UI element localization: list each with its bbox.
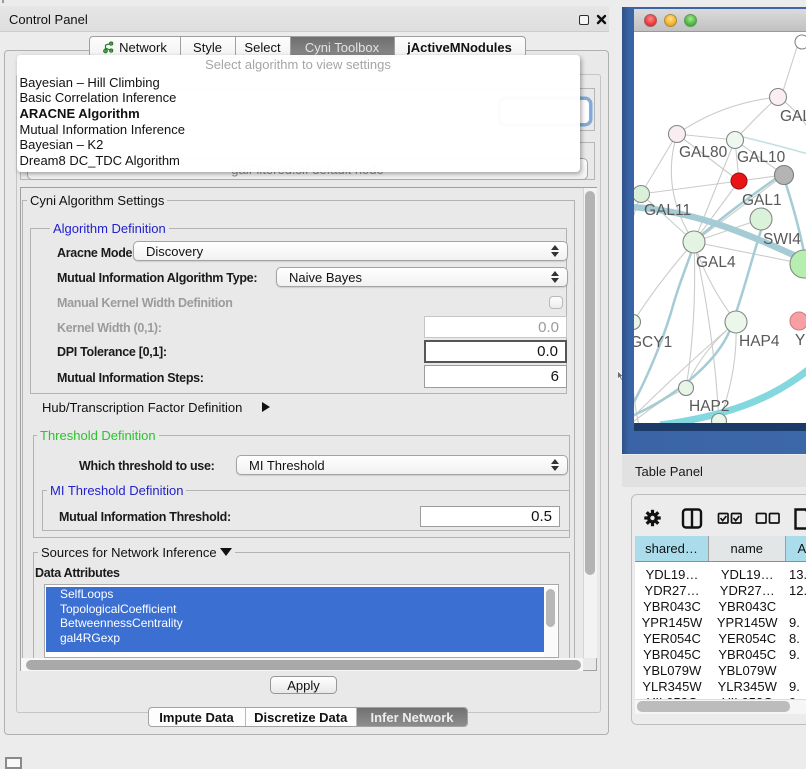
svg-text:Y: Y — [795, 332, 805, 349]
svg-text:GCY1: GCY1 — [634, 334, 672, 351]
svg-text:GAL1: GAL1 — [742, 192, 782, 209]
svg-text:GAL11: GAL11 — [644, 202, 691, 219]
svg-text:GAL4: GAL4 — [696, 254, 736, 271]
svg-text:GAL: GAL — [780, 108, 806, 125]
svg-text:GAL80: GAL80 — [679, 144, 728, 161]
svg-text:GAL10: GAL10 — [737, 149, 786, 166]
svg-text:SWI4: SWI4 — [763, 231, 801, 248]
svg-text:HAP4: HAP4 — [739, 333, 780, 350]
svg-text:HAP2: HAP2 — [689, 398, 730, 415]
